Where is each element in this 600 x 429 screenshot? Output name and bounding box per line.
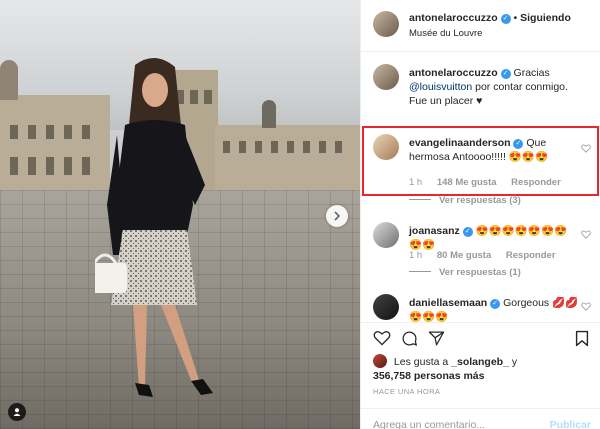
likes-conjunction: y xyxy=(511,356,518,368)
comment-item: daniellasemaan ✓ Gorgeous 💋💋 😍😍😍 xyxy=(361,290,600,322)
liked-by-username[interactable]: _solangeb_ xyxy=(451,356,509,368)
post-author-username[interactable]: antonelaroccuzzo xyxy=(409,12,498,24)
publish-button[interactable]: Publicar xyxy=(550,419,591,429)
replies-divider xyxy=(409,199,431,200)
comment-username[interactable]: joanasanz xyxy=(409,225,460,237)
verified-badge-icon: ✓ xyxy=(490,299,501,309)
avatar[interactable] xyxy=(373,354,387,368)
likes-count-link[interactable]: 356,758 personas más xyxy=(373,370,485,382)
caption-mention-link[interactable]: @louisvuitton xyxy=(409,81,472,93)
louvre-dome-left xyxy=(0,60,18,100)
louvre-spire xyxy=(262,100,276,128)
post-photo[interactable] xyxy=(0,0,360,429)
avatar[interactable] xyxy=(373,294,399,320)
chevron-right-icon xyxy=(334,211,341,221)
avatar[interactable] xyxy=(373,11,399,37)
view-replies-button[interactable]: Ver respuestas (1) xyxy=(409,267,521,278)
likes-prefix: Les gusta a xyxy=(393,356,449,368)
post-side-panel: antonelaroccuzzo ✓ • Siguiendo Musée du … xyxy=(360,0,600,429)
heart-icon[interactable] xyxy=(581,230,591,239)
add-comment-bar: Agrega un comentario... Publicar xyxy=(361,408,600,429)
caption-username[interactable]: antonelaroccuzzo xyxy=(409,67,498,79)
comment-username[interactable]: daniellasemaan xyxy=(409,297,487,309)
verified-badge-icon: ✓ xyxy=(500,69,511,79)
comment-highlight-box xyxy=(362,126,599,196)
next-photo-button[interactable] xyxy=(326,205,348,227)
view-replies-label: Ver respuestas (1) xyxy=(439,267,521,278)
caption-text-before: Gracias xyxy=(513,67,550,79)
comment-icon[interactable] xyxy=(401,330,418,347)
view-replies-button[interactable]: Ver respuestas (3) xyxy=(409,195,521,206)
verified-badge-icon: ✓ xyxy=(462,227,473,237)
comment-time[interactable]: 1 h xyxy=(409,250,422,261)
follow-status-button[interactable]: Siguiendo xyxy=(520,12,571,24)
person-icon xyxy=(13,408,21,416)
heart-icon[interactable] xyxy=(581,302,591,311)
separator-dot: • xyxy=(513,12,518,24)
share-icon[interactable] xyxy=(428,330,445,347)
post-location[interactable]: Musée du Louvre xyxy=(409,28,482,39)
louvre-building-left xyxy=(0,95,110,195)
post-timestamp[interactable]: HACE UNA HORA xyxy=(373,387,440,396)
verified-badge-icon: ✓ xyxy=(500,14,511,24)
heart-icon[interactable] xyxy=(373,330,391,346)
view-replies-label: Ver respuestas (3) xyxy=(439,195,521,206)
avatar[interactable] xyxy=(373,64,399,90)
comment-input[interactable]: Agrega un comentario... xyxy=(373,419,485,429)
post-header: antonelaroccuzzo ✓ • Siguiendo Musée du … xyxy=(361,0,600,52)
louvre-building-right xyxy=(215,125,360,195)
avatar[interactable] xyxy=(373,222,399,248)
comment-likes[interactable]: 80 Me gusta xyxy=(437,250,491,261)
comment-text: Gorgeous 💋💋 xyxy=(503,297,579,309)
comment-text-extra: 😍😍😍 xyxy=(409,311,449,322)
bookmark-icon[interactable] xyxy=(575,330,589,347)
comment-item: joanasanz ✓ 😍😍😍😍😍😍😍😍😍 1 h 80 Me gusta Re… xyxy=(361,218,600,288)
reply-button[interactable]: Responder xyxy=(506,250,556,261)
caption: antonelaroccuzzo ✓ Gracias @louisvuitton… xyxy=(361,62,600,112)
post-actions-bar xyxy=(361,322,600,354)
likes-summary: Les gusta a _solangeb_ y 356,758 persona… xyxy=(373,354,593,383)
woman-figure xyxy=(95,57,213,397)
tagged-users-button[interactable] xyxy=(8,403,26,421)
replies-divider xyxy=(409,271,431,272)
